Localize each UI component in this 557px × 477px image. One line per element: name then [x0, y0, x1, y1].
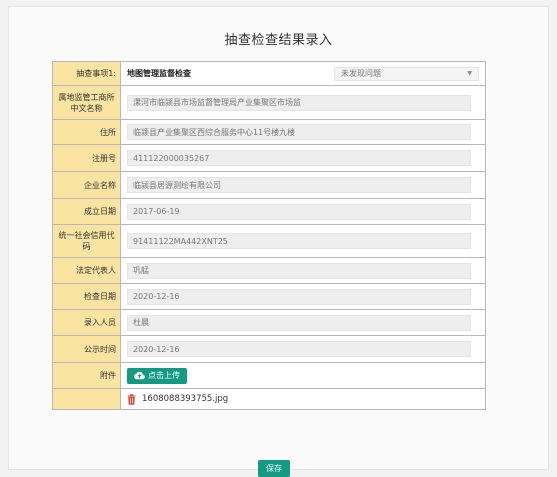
label-entry_person: 录入人员 — [53, 310, 121, 335]
row-credit_code: 统一社会信用代码 91411122MA442XNT25 — [53, 225, 486, 258]
legal_rep-field[interactable]: 巩艋 — [127, 262, 471, 279]
value-file: 1608088393755.jpg — [121, 389, 486, 409]
check-result-selected: 未发现问题 — [341, 69, 381, 78]
region-field[interactable]: 漯河市临颍县市场监督管理局产业集聚区市场监 — [127, 94, 471, 111]
company-field[interactable]: 临颍县居源测绘有限公司 — [127, 177, 471, 193]
value-publish_time: 2020-12-16 — [121, 336, 486, 362]
label-legal_rep: 法定代表人 — [53, 258, 121, 283]
row-entry_person: 录入人员 杜晨 — [53, 310, 486, 336]
value-reg_no: 411122000035267 — [121, 145, 486, 171]
check-item-name: 地图管理监督检查 — [127, 69, 191, 78]
value-address: 临颍县产业集聚区西综合服务中心11号楼九楼 — [121, 120, 486, 144]
value-check_date: 2020-12-16 — [121, 284, 486, 309]
value-legal_rep: 巩艋 — [121, 258, 486, 283]
value-credit_code: 91411122MA442XNT25 — [121, 225, 486, 257]
credit_code-field[interactable]: 91411122MA442XNT25 — [127, 233, 471, 249]
page-title: 抽查检查结果录入 — [224, 33, 333, 48]
value-entry_person: 杜晨 — [121, 310, 486, 335]
value-founded: 2017-06-19 — [121, 199, 486, 224]
row-check-item: 抽查事项1: 地图管理监督检查 未发现问题 ▼ — [53, 62, 486, 86]
upload-button[interactable]: 点击上传 — [127, 367, 187, 384]
page-panel: 抽查检查结果录入 抽查事项1: 地图管理监督检查 未发现问题 ▼ 属地监管工商所… — [8, 6, 549, 477]
row-founded: 成立日期 2017-06-19 — [53, 199, 486, 225]
row-company: 企业名称 临颍县居源测绘有限公司 — [53, 172, 486, 199]
upload-label: 点击上传 — [148, 371, 180, 380]
founded-field[interactable]: 2017-06-19 — [127, 203, 471, 220]
check_date-field[interactable]: 2020-12-16 — [127, 288, 471, 305]
label-company: 企业名称 — [53, 172, 121, 198]
attachment-file-name: 1608088393755.jpg — [142, 394, 229, 404]
label-file-empty — [53, 389, 121, 409]
label-attachment: 附件 — [53, 363, 121, 388]
reg_no-field[interactable]: 411122000035267 — [127, 150, 471, 166]
trash-icon[interactable] — [127, 393, 136, 405]
value-company: 临颍县居源测绘有限公司 — [121, 172, 486, 198]
value-region: 漯河市临颍县市场监督管理局产业集聚区市场监 — [121, 86, 486, 119]
row-attachment: 附件 点击上传 — [53, 363, 486, 389]
chevron-down-icon: ▼ — [467, 70, 472, 77]
row-check_date: 检查日期 2020-12-16 — [53, 284, 486, 310]
value-check-item: 地图管理监督检查 未发现问题 ▼ — [121, 62, 486, 85]
row-reg_no: 注册号 411122000035267 — [53, 145, 486, 172]
value-attachment: 点击上传 — [121, 363, 486, 388]
row-region: 属地监管工商所中文名称 漯河市临颍县市场监督管理局产业集聚区市场监 — [53, 86, 486, 120]
publish_time-field[interactable]: 2020-12-16 — [127, 341, 471, 357]
row-address: 住所 临颍县产业集聚区西综合服务中心11号楼九楼 — [53, 120, 486, 145]
check-result-select[interactable]: 未发现问题 ▼ — [334, 66, 479, 81]
address-field[interactable]: 临颍县产业集聚区西综合服务中心11号楼九楼 — [127, 124, 471, 140]
attachment-file: 1608088393755.jpg — [127, 393, 229, 405]
label-founded: 成立日期 — [53, 199, 121, 224]
result-form: 抽查事项1: 地图管理监督检查 未发现问题 ▼ 属地监管工商所中文名称 漯河市临颍… — [52, 61, 486, 410]
label-check-item: 抽查事项1: — [53, 62, 121, 85]
entry_person-field[interactable]: 杜晨 — [127, 314, 471, 331]
label-address: 住所 — [53, 120, 121, 144]
label-region: 属地监管工商所中文名称 — [53, 86, 121, 119]
label-reg_no: 注册号 — [53, 145, 121, 171]
row-file: 1608088393755.jpg — [53, 389, 486, 410]
label-check_date: 检查日期 — [53, 284, 121, 309]
row-publish_time: 公示时间 2020-12-16 — [53, 336, 486, 363]
label-publish_time: 公示时间 — [53, 336, 121, 362]
label-credit_code: 统一社会信用代码 — [53, 225, 121, 257]
save-button[interactable]: 保存 — [258, 460, 290, 477]
row-legal_rep: 法定代表人 巩艋 — [53, 258, 486, 284]
cloud-upload-icon — [134, 371, 145, 380]
